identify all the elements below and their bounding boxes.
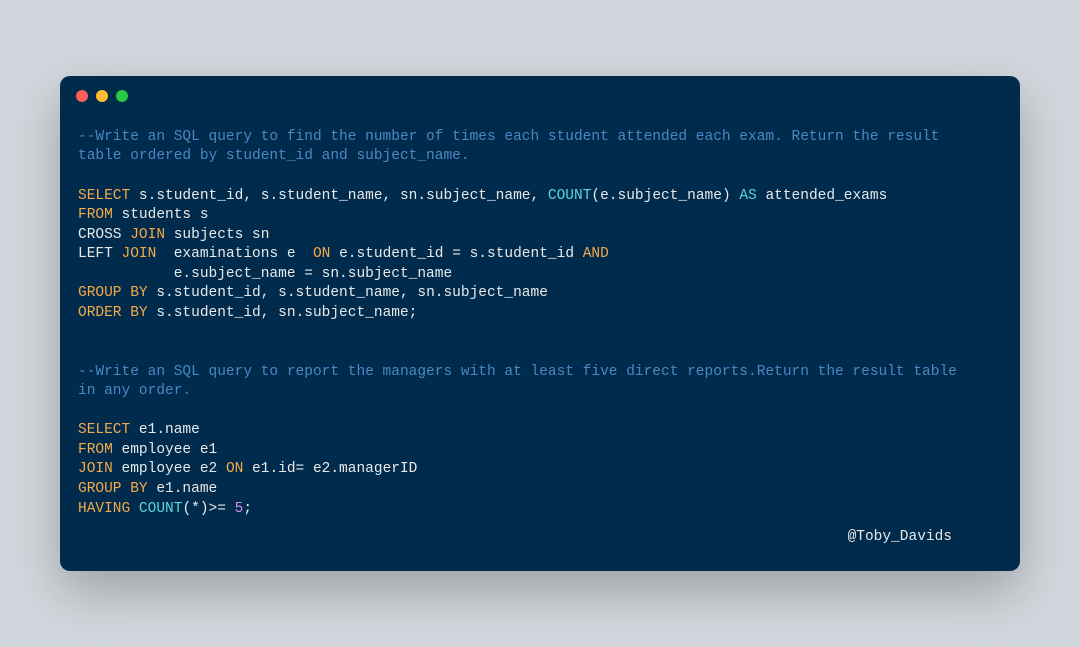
author-credit: @Toby_Davids	[60, 519, 1020, 545]
keyword-join: JOIN	[78, 461, 113, 477]
paren-close: )	[200, 501, 209, 517]
star: *	[191, 501, 200, 517]
alias: attended_exams	[757, 188, 888, 204]
sql-text: s.student_id, s.student_name, sn.subject…	[148, 285, 548, 301]
sql-text	[130, 501, 139, 517]
sql-text: examinations e	[156, 246, 313, 262]
maximize-icon[interactable]	[116, 90, 128, 102]
keyword-as: AS	[739, 188, 756, 204]
comment-line: table ordered by student_id and subject_…	[78, 148, 470, 164]
sql-text: employee e2	[113, 461, 226, 477]
keyword-on: ON	[226, 461, 243, 477]
fn-count: COUNT	[548, 188, 592, 204]
minimize-icon[interactable]	[96, 90, 108, 102]
sql-text: e1.name	[130, 422, 200, 438]
keyword-groupby: GROUP BY	[78, 285, 148, 301]
keyword-join: JOIN	[122, 246, 157, 262]
keyword-join: JOIN	[130, 227, 165, 243]
close-icon[interactable]	[76, 90, 88, 102]
paren-close: )	[722, 188, 739, 204]
keyword-from: FROM	[78, 442, 113, 458]
paren-open: (	[591, 188, 600, 204]
sql-text: employee e1	[113, 442, 217, 458]
comment-line: in any order.	[78, 383, 191, 399]
sql-text: subjects sn	[165, 227, 269, 243]
semicolon: ;	[243, 501, 252, 517]
sql-text: LEFT	[78, 246, 122, 262]
keyword-having: HAVING	[78, 501, 130, 517]
window-titlebar	[60, 76, 1020, 102]
comment-line: --Write an SQL query to report the manag…	[78, 364, 966, 380]
code-block: --Write an SQL query to find the number …	[60, 102, 1020, 519]
keyword-on: ON	[313, 246, 330, 262]
keyword-orderby: ORDER BY	[78, 305, 148, 321]
operator-gte: >=	[209, 501, 235, 517]
sql-text: e.student_id = s.student_id	[330, 246, 582, 262]
keyword-from: FROM	[78, 207, 113, 223]
sql-text: CROSS	[78, 227, 130, 243]
sql-text: s.student_id, sn.subject_name;	[148, 305, 418, 321]
sql-text: e1.name	[148, 481, 218, 497]
keyword-and: AND	[583, 246, 609, 262]
code-window: --Write an SQL query to find the number …	[60, 76, 1020, 571]
paren-open: (	[182, 501, 191, 517]
fn-count: COUNT	[139, 501, 183, 517]
sql-text: e.subject_name = sn.subject_name	[78, 266, 452, 282]
comment-line: --Write an SQL query to find the number …	[78, 129, 948, 145]
keyword-select: SELECT	[78, 188, 130, 204]
keyword-select: SELECT	[78, 422, 130, 438]
sql-columns: s.student_id, s.student_name, sn.subject…	[130, 188, 548, 204]
fn-arg: e.subject_name	[600, 188, 722, 204]
keyword-groupby: GROUP BY	[78, 481, 148, 497]
sql-text: students s	[113, 207, 209, 223]
sql-text: e1.id= e2.managerID	[243, 461, 417, 477]
